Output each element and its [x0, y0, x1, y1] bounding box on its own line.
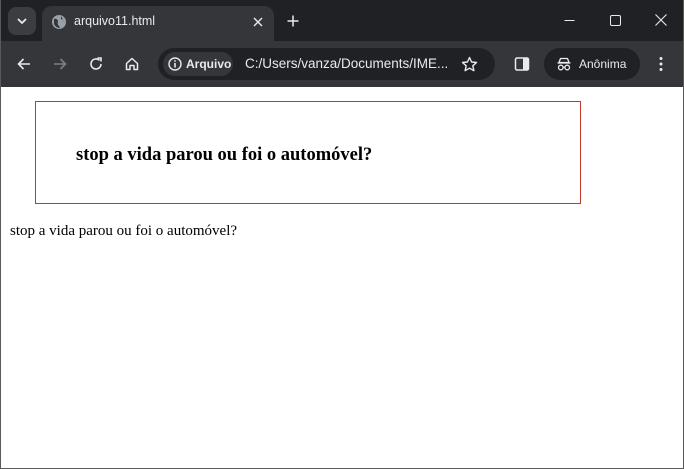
- profile-label: Anônima: [579, 57, 627, 71]
- kebab-menu-icon: [659, 57, 663, 71]
- minimize-icon: [564, 19, 574, 21]
- minimize-button[interactable]: [546, 0, 592, 40]
- incognito-icon: [557, 57, 571, 71]
- incognito-profile-button[interactable]: Anônima: [544, 48, 640, 80]
- reload-icon: [90, 57, 102, 70]
- page-content: stop a vida parou ou foi o automóvel? st…: [1, 87, 683, 468]
- menu-button[interactable]: [647, 50, 675, 78]
- star-icon: [461, 56, 477, 71]
- bordered-box: stop a vida parou ou foi o automóvel?: [35, 101, 581, 204]
- tab-search-button[interactable]: [8, 7, 36, 35]
- plus-icon: [287, 15, 299, 27]
- close-icon: [253, 17, 263, 27]
- globe-icon: [52, 15, 66, 29]
- active-tab[interactable]: arquivo11.html: [42, 6, 274, 41]
- forward-arrow-icon: [54, 58, 67, 70]
- site-info-chip[interactable]: Arquivo: [163, 52, 233, 76]
- boxed-heading: stop a vida parou ou foi o automóvel?: [76, 145, 373, 165]
- tab-title: arquivo11.html: [74, 14, 156, 28]
- side-panel-button[interactable]: [508, 50, 536, 78]
- new-tab-button[interactable]: [282, 10, 304, 32]
- window-close-button[interactable]: [638, 0, 683, 40]
- back-button[interactable]: [10, 50, 38, 78]
- plain-text: stop a vida parou ou foi o automóvel?: [10, 223, 238, 239]
- browser-window: arquivo11.html Arquivo C:/Users/vanza/Do…: [0, 0, 684, 469]
- tab-search-icon: [17, 18, 27, 25]
- home-button[interactable]: [118, 50, 146, 78]
- maximize-button[interactable]: [592, 0, 638, 40]
- reload-button[interactable]: [82, 50, 110, 78]
- side-panel-icon: [514, 57, 530, 71]
- maximize-icon: [609, 14, 621, 26]
- url-text[interactable]: C:/Users/vanza/Documents/IME...: [245, 56, 455, 71]
- tab-strip: arquivo11.html: [1, 0, 683, 41]
- address-bar[interactable]: Arquivo C:/Users/vanza/Documents/IME...: [158, 48, 495, 80]
- forward-button[interactable]: [46, 50, 74, 78]
- home-icon: [125, 57, 139, 71]
- back-arrow-icon: [17, 58, 30, 70]
- tab-close-button[interactable]: [249, 13, 267, 31]
- site-info-label: Arquivo: [186, 57, 232, 71]
- window-close-icon: [655, 14, 667, 26]
- toolbar: Arquivo C:/Users/vanza/Documents/IME...: [1, 41, 683, 87]
- bookmark-button[interactable]: [459, 54, 479, 74]
- info-icon: [168, 57, 182, 71]
